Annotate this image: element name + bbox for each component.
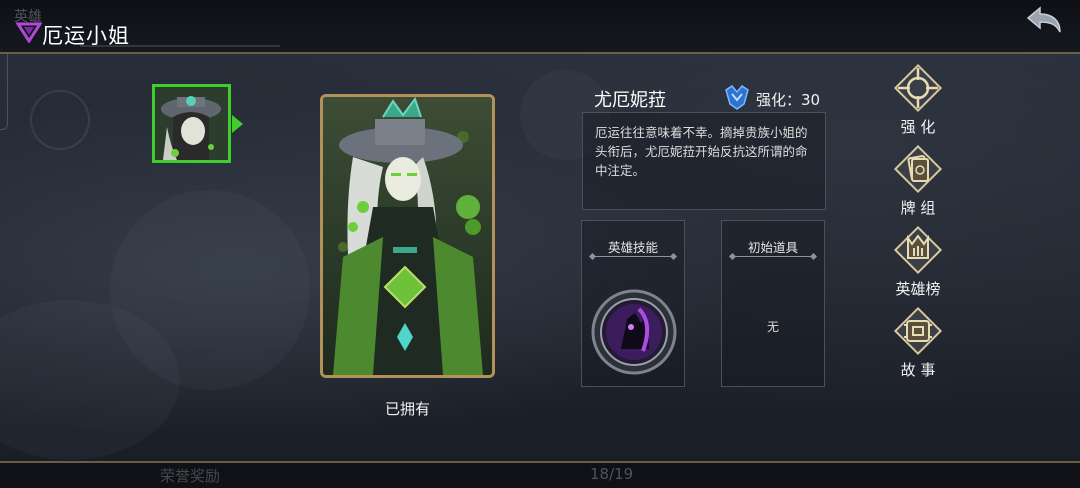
starting-item-value: 无	[766, 320, 779, 334]
hero-card-art	[320, 94, 495, 378]
hero-portrait[interactable]	[152, 84, 231, 163]
hero-name: 尤厄妮菈	[594, 90, 666, 111]
hero-skill-title: 英雄技能	[607, 240, 658, 255]
page-indicator: 18/19	[590, 465, 634, 483]
hero-description: 厄运往往意味着不幸。摘掉贵族小姐的头衔后，尤厄妮菈开始反抗这所谓的命中注定。	[582, 112, 826, 210]
enhance-level: 强化：30	[756, 91, 821, 109]
hero-rank-icon	[893, 225, 943, 275]
honor-rewards-text: 荣誉奖励	[160, 467, 221, 485]
top-bar: 英雄 厄运小姐	[0, 0, 1080, 54]
starting-item-title: 初始道具	[747, 240, 798, 255]
divider	[592, 256, 674, 257]
story-label: 故 事	[900, 361, 936, 379]
owned-status: 已拥有	[384, 400, 430, 418]
hero-skill-panel: 英雄技能	[581, 220, 685, 387]
hero-rank-button[interactable]: 英雄榜	[886, 224, 950, 298]
story-icon	[893, 306, 943, 356]
hero-avatar	[155, 87, 228, 160]
deck-button[interactable]: 牌 组	[886, 143, 950, 217]
deck-label: 牌 组	[900, 199, 936, 217]
deck-icon	[893, 144, 943, 194]
hero-illustration	[323, 97, 492, 375]
hero-rank-label: 英雄榜	[895, 280, 941, 298]
back-button[interactable]	[1024, 6, 1064, 38]
hero-skill-icon[interactable]	[591, 289, 677, 375]
story-button[interactable]: 故 事	[886, 305, 950, 379]
enhance-label: 强 化	[900, 118, 936, 136]
enhance-button[interactable]: 强 化	[886, 62, 950, 136]
left-panel-edge	[0, 44, 8, 130]
starting-item-panel: 初始道具 无	[721, 220, 825, 387]
hero-class-icon	[16, 22, 42, 43]
back-arrow-icon	[1026, 6, 1061, 33]
enhance-level-icon	[725, 85, 749, 110]
selected-indicator	[232, 115, 243, 133]
page-title: 厄运小姐	[42, 24, 130, 48]
divider	[732, 256, 814, 257]
enhance-icon	[893, 63, 943, 113]
bottom-bar: 荣誉奖励 18/19	[0, 461, 1080, 488]
